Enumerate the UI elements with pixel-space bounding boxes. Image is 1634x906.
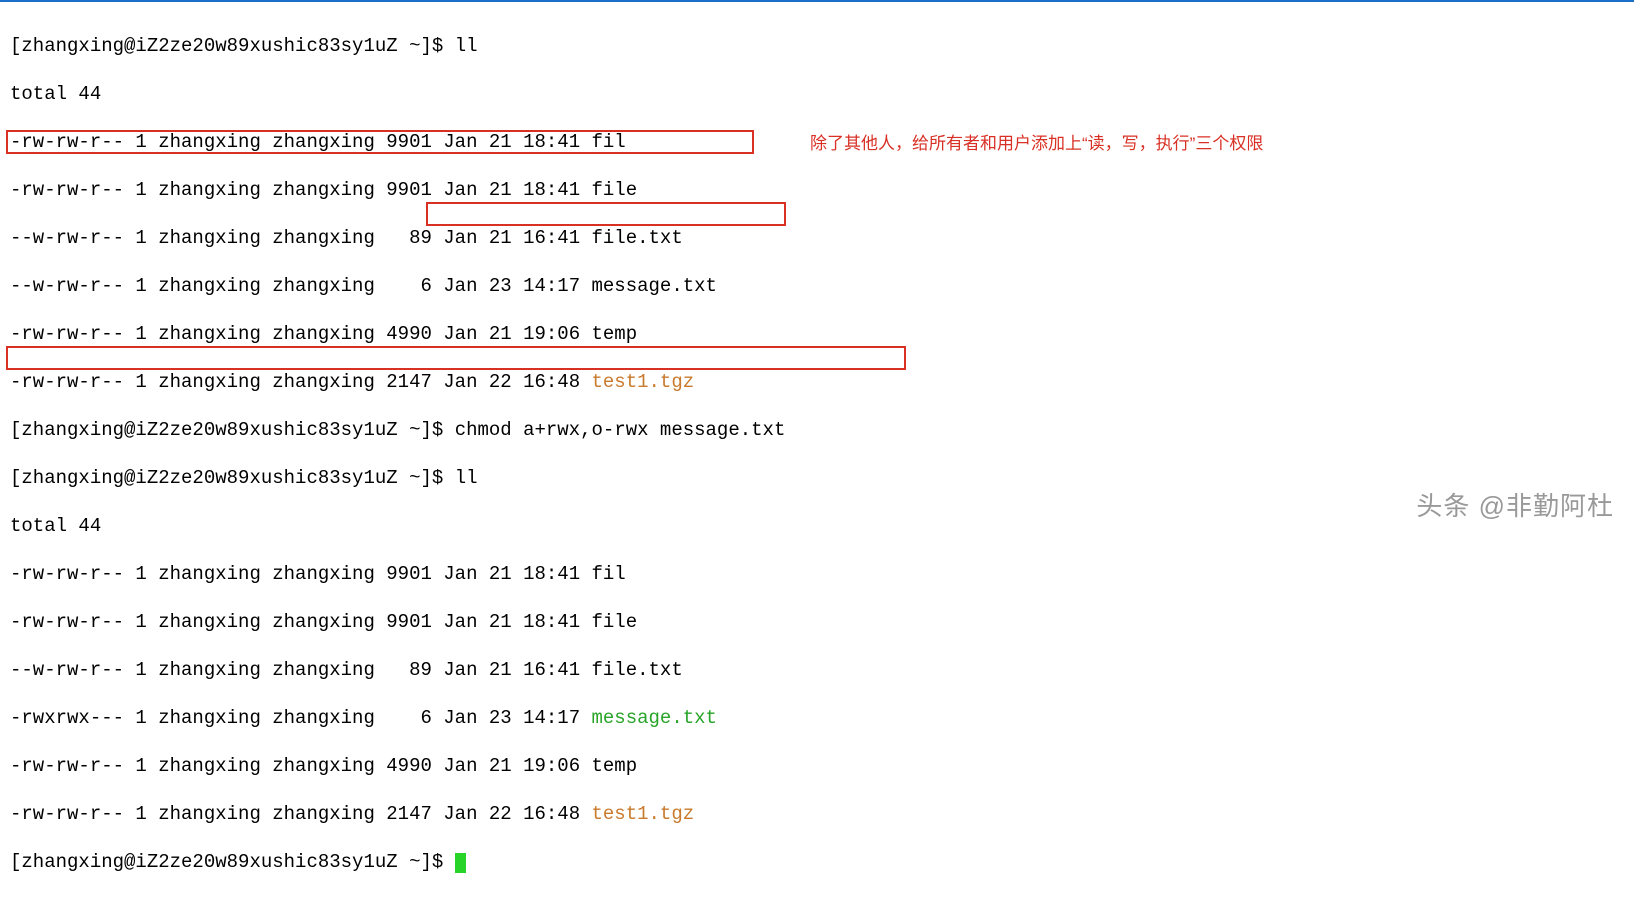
command-ll: ll xyxy=(455,467,478,489)
command-chmod: chmod a+rwx,o-rwx message.txt xyxy=(455,419,786,441)
list-item-message: -rwxrwx--- 1 zhangxing zhangxing 6 Jan 2… xyxy=(10,706,1624,730)
list-item: -rw-rw-r-- 1 zhangxing zhangxing 2147 Ja… xyxy=(10,802,1624,826)
list-item: -rw-rw-r-- 1 zhangxing zhangxing 9901 Ja… xyxy=(10,562,1624,586)
list-item-message: --w-rw-r-- 1 zhangxing zhangxing 6 Jan 2… xyxy=(10,274,1624,298)
list-item: --w-rw-r-- 1 zhangxing zhangxing 89 Jan … xyxy=(10,226,1624,250)
total-line: total 44 xyxy=(10,83,101,105)
watermark-text: 头条 @非勤阿杜 xyxy=(1416,494,1614,518)
list-item: -rw-rw-r-- 1 zhangxing zhangxing 4990 Ja… xyxy=(10,322,1624,346)
command-ll: ll xyxy=(455,35,478,57)
list-item: -rw-rw-r-- 1 zhangxing zhangxing 2147 Ja… xyxy=(10,370,1624,394)
annotation-text: 除了其他人，给所有者和用户添加上“读，写，执行”三个权限 xyxy=(810,132,1263,156)
list-item: -rw-rw-r-- 1 zhangxing zhangxing 9901 Ja… xyxy=(10,610,1624,634)
prompt: [zhangxing@iZ2ze20w89xushic83sy1uZ ~]$ xyxy=(10,419,455,441)
cursor-icon xyxy=(455,853,466,873)
list-item: -rw-rw-r-- 1 zhangxing zhangxing 4990 Ja… xyxy=(10,754,1624,778)
prompt: [zhangxing@iZ2ze20w89xushic83sy1uZ ~]$ xyxy=(10,35,455,57)
prompt: [zhangxing@iZ2ze20w89xushic83sy1uZ ~]$ xyxy=(10,851,455,873)
prompt: [zhangxing@iZ2ze20w89xushic83sy1uZ ~]$ xyxy=(10,467,455,489)
list-item: -rw-rw-r-- 1 zhangxing zhangxing 9901 Ja… xyxy=(10,178,1624,202)
list-item: --w-rw-r-- 1 zhangxing zhangxing 89 Jan … xyxy=(10,658,1624,682)
